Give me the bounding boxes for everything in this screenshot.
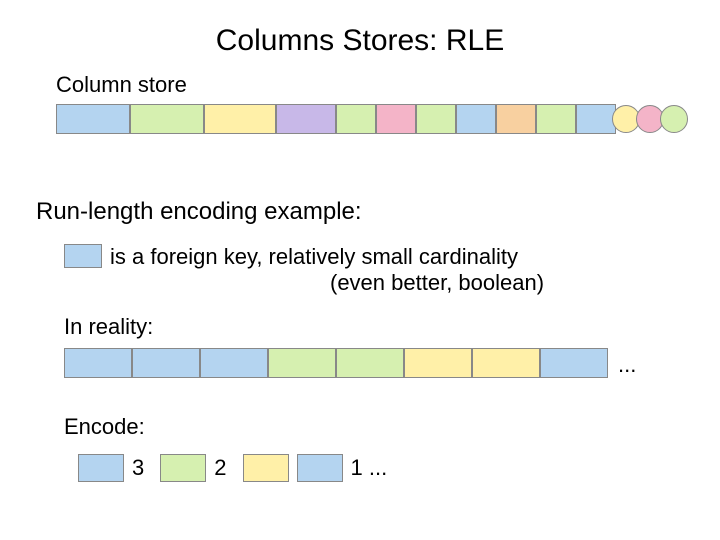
encode-cell (297, 454, 343, 482)
rle-example-label: Run-length encoding example: (36, 198, 362, 226)
foreign-key-note: is a foreign key, relatively small cardi… (64, 244, 544, 297)
column-cell (276, 104, 336, 134)
fk-color-swatch (64, 244, 102, 268)
encode-cell (78, 454, 124, 482)
reality-cell (64, 348, 132, 378)
reality-ellipsis: ... (618, 352, 636, 378)
encode-cell (243, 454, 289, 482)
encode-count: 3 (132, 455, 144, 481)
in-reality-label: In reality: (64, 314, 153, 340)
reality-cell (200, 348, 268, 378)
column-cell (56, 104, 130, 134)
column-store-row (56, 104, 688, 134)
column-cell (130, 104, 204, 134)
column-cell (456, 104, 496, 134)
reality-cell (268, 348, 336, 378)
reality-cell (404, 348, 472, 378)
column-store-label: Column store (56, 72, 187, 98)
fk-text-line2: (even better, boolean) (110, 270, 544, 296)
encode-row: 3 2 1 ... (78, 454, 395, 482)
encode-count: 2 (214, 455, 226, 481)
column-circle (660, 105, 688, 133)
reality-cell (472, 348, 540, 378)
column-cell (416, 104, 456, 134)
column-cell (376, 104, 416, 134)
slide-title: Columns Stores: RLE (0, 0, 720, 68)
encode-label: Encode: (64, 414, 145, 440)
column-cell (204, 104, 276, 134)
reality-cell (132, 348, 200, 378)
column-cell (536, 104, 576, 134)
fk-text-line1: is a foreign key, relatively small cardi… (110, 244, 518, 269)
encode-cell (160, 454, 206, 482)
column-cell (576, 104, 616, 134)
column-cell (336, 104, 376, 134)
reality-cell (336, 348, 404, 378)
reality-cell (540, 348, 608, 378)
column-cell (496, 104, 536, 134)
encode-tail: 1 ... (351, 455, 388, 481)
reality-row (64, 348, 608, 378)
